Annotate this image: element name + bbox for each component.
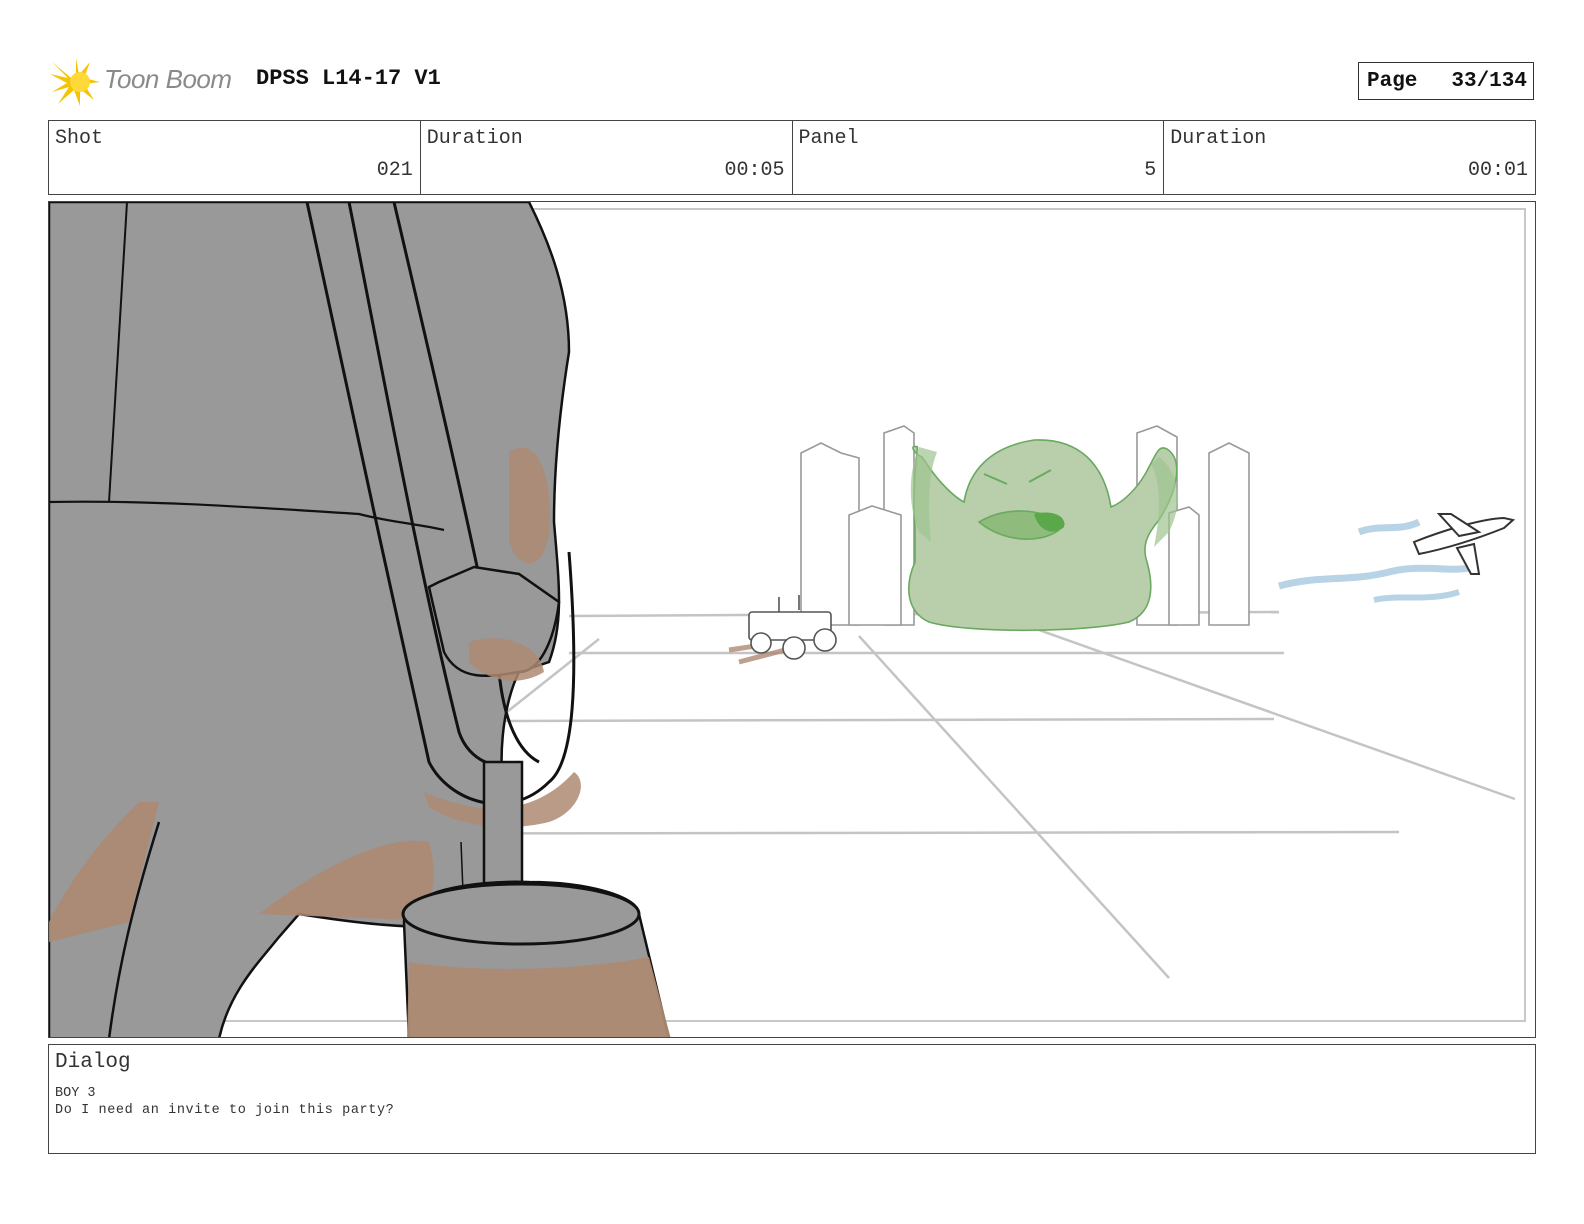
foreground-character [49,202,671,1037]
logo-text: Toon Boom [104,64,232,94]
shot-value: 021 [376,159,413,182]
storyboard-drawing [49,202,1526,1037]
panel-duration-header: Duration [1170,127,1267,150]
jet-plane [1278,513,1516,603]
panel-cell: Panel 5 [793,121,1165,194]
dialog-speaker: BOY 3 [55,1086,96,1101]
shot-duration-header: Duration [426,127,523,150]
dialog-box: Dialog BOY 3 Do I need an invite to join… [48,1044,1536,1154]
toon-boom-logo: Toon Boom [50,54,240,106]
starburst-icon [50,58,100,106]
panel-header: Panel [798,127,859,150]
shot-header: Shot [55,127,104,150]
page-indicator: Page 33/134 [1358,62,1534,100]
shot-info-row: Shot 021 Duration 00:05 Panel 5 Duration… [48,120,1536,195]
shot-cell: Shot 021 [49,121,421,194]
panel-duration-cell: Duration 00:01 [1164,121,1535,194]
project-title: DPSS L14-17 V1 [256,66,441,91]
storyboard-panel [48,201,1536,1038]
panel-value: 5 [1144,159,1157,182]
shot-duration-cell: Duration 00:05 [421,121,793,194]
dialog-line: Do I need an invite to join this party? [55,1103,395,1118]
panel-duration-value: 00:01 [1467,159,1528,182]
page-value: 33/134 [1451,70,1527,93]
shot-duration-value: 00:05 [724,159,785,182]
page-label: Page [1367,70,1418,93]
dialog-header: Dialog [55,1051,131,1074]
